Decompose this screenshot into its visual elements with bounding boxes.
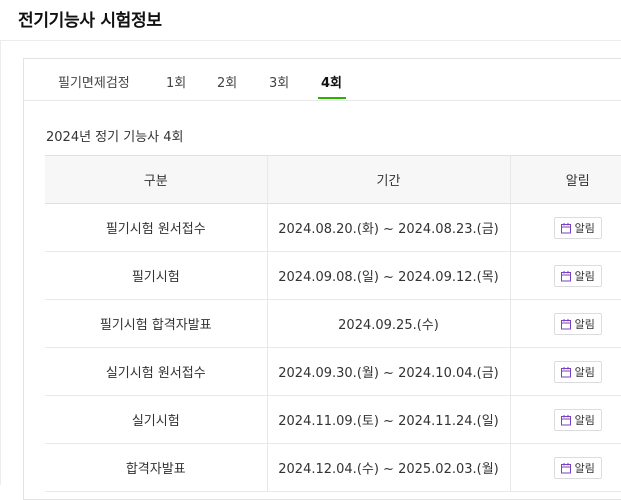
row-alert-cell: 알림 (510, 395, 621, 444)
tab-written-exemption[interactable]: 필기면제검정 (58, 72, 130, 91)
table-header-row: 구분 기간 알림 (45, 155, 621, 204)
round-tabs: 필기면제검정 1회 2회 3회 4회 (24, 59, 621, 101)
title-divider (0, 40, 621, 41)
row-category: 합격자발표 (45, 443, 267, 492)
active-tab-indicator (318, 97, 346, 99)
schedule-table: 구분 기간 알림 필기시험 원서접수 2024.08.20.(화) ~ 2024.… (45, 155, 621, 492)
content-border (0, 41, 1, 485)
alert-button-label: 알림 (574, 413, 595, 427)
row-alert-cell: 알림 (510, 443, 621, 492)
row-period: 2024.08.20.(화) ~ 2024.08.23.(금) (266, 203, 511, 252)
row-period: 2024.12.04.(수) ~ 2025.02.03.(월) (266, 443, 511, 492)
alert-button[interactable]: 알림 (553, 456, 602, 479)
row-period: 2024.09.08.(일) ~ 2024.09.12.(목) (266, 251, 511, 300)
row-category: 필기시험 합격자발표 (45, 299, 267, 348)
column-header-alert: 알림 (510, 155, 621, 204)
tab-round-2[interactable]: 2회 (217, 72, 237, 91)
row-period: 2024.09.30.(월) ~ 2024.10.04.(금) (266, 347, 511, 396)
row-period: 2024.09.25.(수) (266, 299, 511, 348)
row-alert-cell: 알림 (510, 203, 621, 252)
table-row: 합격자발표 2024.12.04.(수) ~ 2025.02.03.(월) 알림 (45, 443, 621, 492)
row-alert-cell: 알림 (510, 251, 621, 300)
table-row: 필기시험 2024.09.08.(일) ~ 2024.09.12.(목) 알림 (45, 251, 621, 300)
alert-button-label: 알림 (574, 269, 595, 283)
calendar-icon (560, 462, 571, 473)
calendar-icon (560, 270, 571, 281)
column-header-period: 기간 (266, 155, 511, 204)
row-category: 필기시험 원서접수 (45, 203, 267, 252)
row-period: 2024.11.09.(토) ~ 2024.11.24.(일) (266, 395, 511, 444)
alert-button-label: 알림 (574, 461, 595, 475)
schedule-rows: 필기시험 원서접수 2024.08.20.(화) ~ 2024.08.23.(금)… (45, 203, 621, 492)
alert-button-label: 알림 (574, 221, 595, 235)
calendar-icon (560, 366, 571, 377)
table-row: 필기시험 원서접수 2024.08.20.(화) ~ 2024.08.23.(금)… (45, 203, 621, 252)
column-header-category: 구분 (45, 155, 267, 204)
alert-button[interactable]: 알림 (553, 216, 602, 239)
tab-round-4[interactable]: 4회 (321, 72, 342, 91)
table-row: 실기시험 2024.11.09.(토) ~ 2024.11.24.(일) 알림 (45, 395, 621, 444)
calendar-icon (560, 222, 571, 233)
page-title: 전기기능사 시험정보 (18, 11, 162, 31)
schedule-heading: 2024년 정기 기능사 4회 (46, 130, 184, 145)
alert-button[interactable]: 알림 (553, 264, 602, 287)
calendar-icon (560, 318, 571, 329)
tab-round-1[interactable]: 1회 (166, 72, 186, 91)
exam-info-panel: 필기면제검정 1회 2회 3회 4회 2024년 정기 기능사 4회 구분 기간… (23, 58, 621, 500)
row-category: 실기시험 (45, 395, 267, 444)
alert-button-label: 알림 (574, 365, 595, 379)
table-row: 필기시험 합격자발표 2024.09.25.(수) 알림 (45, 299, 621, 348)
table-row: 실기시험 원서접수 2024.09.30.(월) ~ 2024.10.04.(금)… (45, 347, 621, 396)
row-alert-cell: 알림 (510, 299, 621, 348)
tab-round-3[interactable]: 3회 (269, 72, 289, 91)
alert-button[interactable]: 알림 (553, 408, 602, 431)
row-category: 필기시험 (45, 251, 267, 300)
alert-button[interactable]: 알림 (553, 312, 602, 335)
alert-button[interactable]: 알림 (553, 360, 602, 383)
row-category: 실기시험 원서접수 (45, 347, 267, 396)
row-alert-cell: 알림 (510, 347, 621, 396)
alert-button-label: 알림 (574, 317, 595, 331)
calendar-icon (560, 414, 571, 425)
